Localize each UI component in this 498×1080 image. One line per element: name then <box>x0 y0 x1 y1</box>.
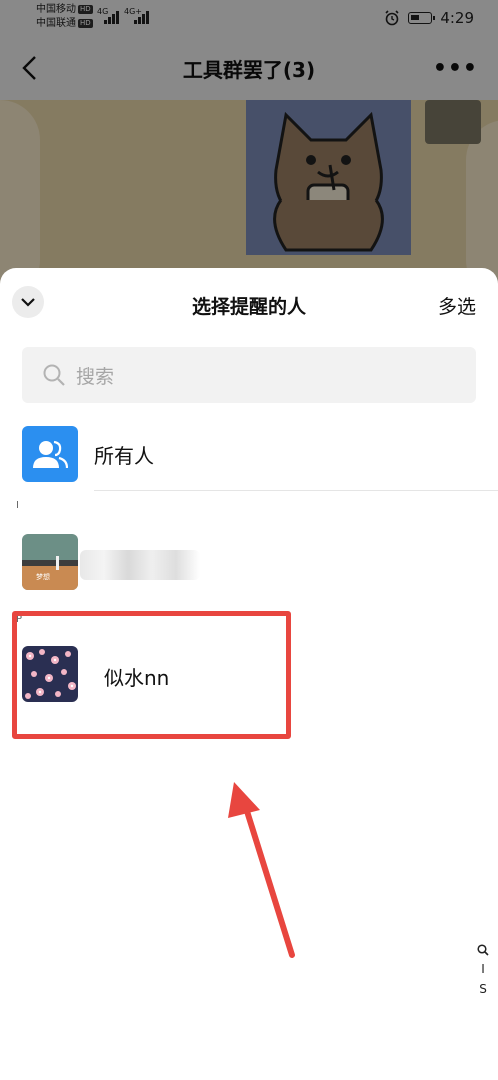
alphabet-index-bar[interactable]: I S <box>476 944 490 996</box>
everyone-avatar <box>22 426 78 482</box>
section-header-i: I <box>16 500 19 511</box>
sheet-title: 选择提醒的人 <box>191 296 306 318</box>
index-letter[interactable]: S <box>479 982 487 996</box>
search-placeholder: 搜索 <box>76 365 115 388</box>
everyone-row[interactable]: 所有人 <box>0 418 498 490</box>
overlay-scrim[interactable] <box>0 0 498 300</box>
search-input[interactable]: 搜索 <box>22 347 476 403</box>
multi-select-button[interactable]: 多选 <box>438 292 476 319</box>
avatar-caption: 梦想 <box>36 572 50 581</box>
annotation-arrow-icon <box>228 782 295 958</box>
index-letter[interactable]: I <box>481 962 485 976</box>
chat-background: 中国移动 HD 中国联通 HD 4G 4G+ 4:29 工具群罢了(3) ••• <box>0 0 498 300</box>
divider <box>94 490 498 491</box>
everyone-label: 所有人 <box>94 444 154 468</box>
search-icon <box>43 364 65 386</box>
blurred-contact-name <box>80 550 200 580</box>
highlight-box <box>12 611 291 739</box>
index-search-icon[interactable] <box>477 944 489 956</box>
contact-row[interactable]: 梦想 <box>0 526 498 598</box>
contact-avatar: 梦想 <box>22 534 78 590</box>
group-users-icon <box>33 440 68 469</box>
